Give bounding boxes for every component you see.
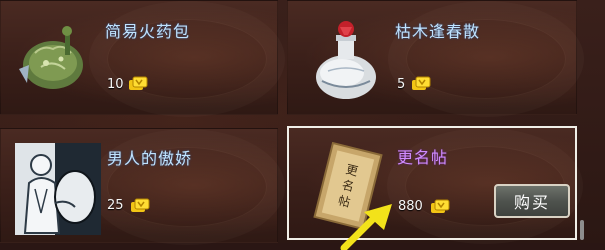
gold-coin-icon — [431, 199, 450, 213]
scrollbar-thumb[interactable] — [580, 220, 584, 240]
item-name: 简易火药包 — [105, 22, 191, 41]
porcelain-bottle-icon — [316, 21, 376, 99]
shop-item-card[interactable]: 简易火药包 10 — [0, 0, 278, 115]
gunpowder-pouch-icon — [19, 26, 83, 89]
item-price: 880 — [398, 199, 423, 214]
shop-panel: 简易火药包 10 枯木逢春散 5 男人的傲娇 25 更 名 帖 更名帖 880 … — [0, 0, 605, 250]
item-name: 男人的傲娇 — [107, 149, 193, 168]
buy-button[interactable]: 购买 — [494, 184, 570, 218]
item-name: 枯木逢春散 — [395, 22, 481, 41]
gold-coin-icon — [412, 76, 431, 90]
item-price: 5 — [397, 77, 406, 92]
item-price: 25 — [107, 198, 124, 213]
item-price: 10 — [107, 77, 124, 92]
item-name: 更名帖 — [397, 148, 449, 167]
shop-item-card-selected[interactable]: 更 名 帖 更名帖 880 — [287, 126, 577, 240]
shop-item-card[interactable]: 枯木逢春散 5 — [287, 0, 577, 115]
gold-coin-icon — [131, 198, 150, 212]
gold-coin-icon — [129, 76, 148, 90]
shop-item-card[interactable]: 男人的傲娇 25 — [0, 128, 278, 243]
sketch-portrait-icon — [15, 143, 101, 235]
